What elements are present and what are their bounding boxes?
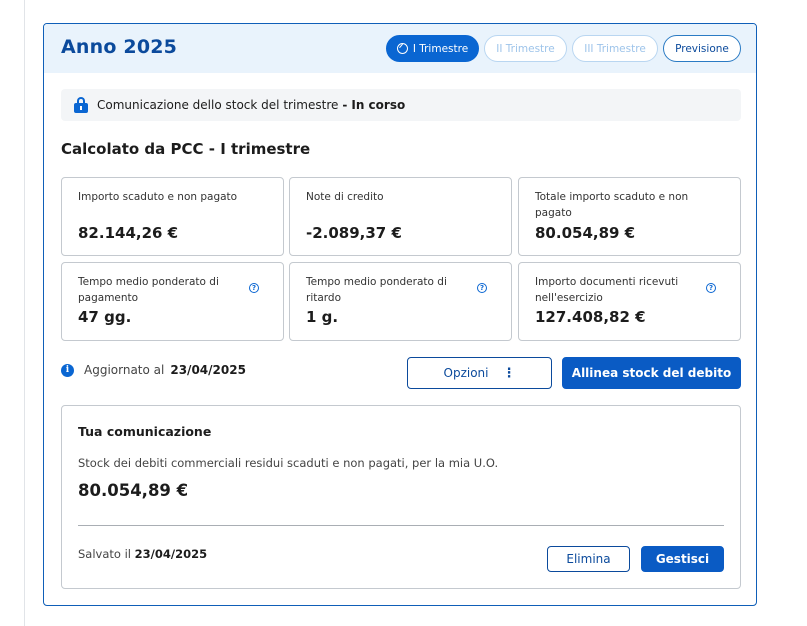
metric-tempo-ritardo: Tempo medio ponderato di ritardo ? 1 g. xyxy=(289,262,512,341)
options-label: Opzioni xyxy=(443,366,489,380)
metric-note-credito: Note di credito -2.089,37 € xyxy=(289,177,512,256)
metric-label: Tempo medio ponderato di pagamento xyxy=(78,276,219,304)
options-button[interactable]: Opzioni ⋮ xyxy=(407,357,552,389)
manage-button[interactable]: Gestisci xyxy=(641,546,724,572)
metric-tempo-pagamento: Tempo medio ponderato di pagamento ? 47 … xyxy=(61,262,284,341)
update-label: Aggiornato al xyxy=(84,363,165,377)
status-separator: - xyxy=(342,98,348,112)
metric-value: 80.054,89 € xyxy=(535,224,636,242)
metric-label: Importo scaduto e non pagato xyxy=(78,191,238,203)
metric-label: Tempo medio ponderato di ritardo xyxy=(306,276,447,304)
year-title: Anno 2025 xyxy=(61,36,178,58)
tab-iii-trimestre[interactable]: III Trimestre xyxy=(572,35,658,62)
update-date: 23/04/2025 xyxy=(170,363,246,377)
lock-icon xyxy=(74,96,88,114)
align-stock-button[interactable]: Allinea stock del debito xyxy=(562,357,741,389)
tab-ii-trimestre[interactable]: II Trimestre xyxy=(484,35,567,62)
metric-importo-scaduto: Importo scaduto e non pagato 82.144,26 € xyxy=(61,177,284,256)
kebab-menu-icon: ⋮ xyxy=(502,365,516,381)
saved-info: Salvato il 23/04/2025 xyxy=(78,547,207,561)
metric-label: Note di credito xyxy=(306,191,384,203)
help-icon[interactable]: ? xyxy=(706,283,716,293)
tab-label: I Trimestre xyxy=(412,42,469,55)
metric-value: 127.408,82 € xyxy=(535,308,646,326)
info-icon: i xyxy=(61,363,74,377)
metric-totale-scaduto: Totale importo scaduto e non pagato 80.0… xyxy=(518,177,741,256)
metric-value: 82.144,26 € xyxy=(78,224,179,242)
status-bar: Comunicazione dello stock del trimestre … xyxy=(61,89,741,121)
status-value: In corso xyxy=(351,98,406,112)
year-card: Anno 2025 I Trimestre II Trimestre III T… xyxy=(43,23,757,606)
card-header: Anno 2025 I Trimestre II Trimestre III T… xyxy=(44,24,756,73)
communication-box: Tua comunicazione Stock dei debiti comme… xyxy=(61,405,741,589)
saved-date: 23/04/2025 xyxy=(134,547,208,561)
tab-label: Previsione xyxy=(675,42,729,55)
metric-value: -2.089,37 € xyxy=(306,224,402,242)
tab-label: II Trimestre xyxy=(496,42,555,55)
tab-previsione[interactable]: Previsione xyxy=(663,35,741,62)
status-text: Comunicazione dello stock del trimestre xyxy=(97,98,339,112)
saved-label: Salvato il xyxy=(78,547,131,561)
metric-value: 47 gg. xyxy=(78,308,132,326)
metric-label: Totale importo scaduto e non pagato xyxy=(535,191,689,219)
update-info: i Aggiornato al 23/04/2025 xyxy=(61,363,246,377)
metric-value: 1 g. xyxy=(306,308,339,326)
help-icon[interactable]: ? xyxy=(477,283,487,293)
section-title: Calcolato da PCC - I trimestre xyxy=(61,140,311,158)
delete-button[interactable]: Elimina xyxy=(547,546,630,572)
metric-importo-documenti: Importo documenti ricevuti nell'esercizi… xyxy=(518,262,741,341)
communication-value: 80.054,89 € xyxy=(78,481,189,500)
check-circle-icon xyxy=(396,43,408,54)
divider xyxy=(78,525,724,526)
tab-label: III Trimestre xyxy=(584,42,646,55)
tab-i-trimestre[interactable]: I Trimestre xyxy=(386,35,479,62)
help-icon[interactable]: ? xyxy=(249,283,259,293)
page-left-divider xyxy=(24,0,25,626)
communication-description: Stock dei debiti commerciali residui sca… xyxy=(78,456,499,470)
metric-label: Importo documenti ricevuti nell'esercizi… xyxy=(535,276,679,304)
communication-title: Tua comunicazione xyxy=(78,424,212,439)
